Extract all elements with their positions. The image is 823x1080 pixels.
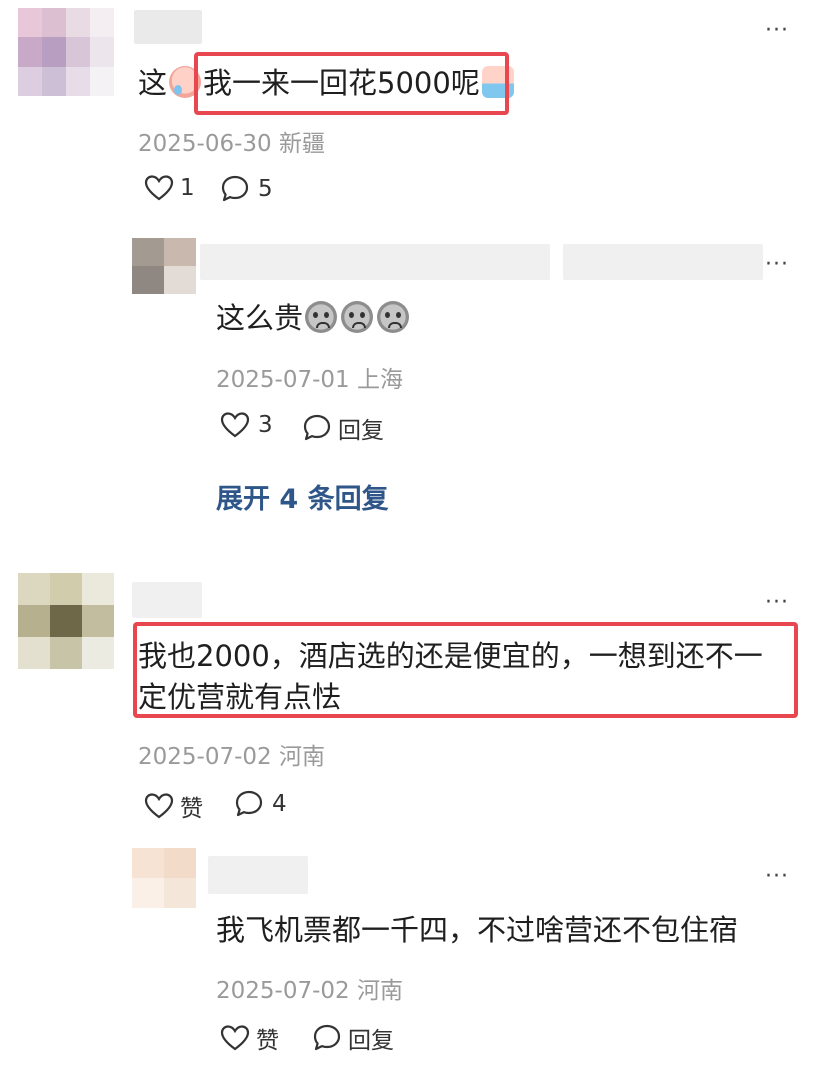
comment-meta: 2025-06-30 新疆 bbox=[138, 131, 325, 157]
avatar[interactable] bbox=[18, 573, 114, 669]
speech-bubble-icon bbox=[313, 1024, 341, 1051]
reply-avatar[interactable] bbox=[132, 848, 196, 908]
reply-meta: 2025-07-01 上海 bbox=[216, 367, 403, 393]
reply-reply-button[interactable]: 回复 bbox=[302, 411, 384, 445]
reply-avatar[interactable] bbox=[132, 238, 196, 294]
like-count: 1 bbox=[180, 175, 195, 201]
reply-reply-button[interactable]: 回复 bbox=[312, 1021, 394, 1055]
username-blurred[interactable] bbox=[132, 582, 202, 618]
reply-text: 这么贵 bbox=[216, 298, 411, 338]
comment-meta: 2025-07-02 河南 bbox=[138, 744, 325, 770]
more-options-icon[interactable]: ··· bbox=[765, 592, 789, 614]
highlight-box bbox=[194, 52, 509, 115]
comment-button[interactable]: 4 bbox=[234, 789, 287, 819]
heart-outline-icon bbox=[220, 412, 250, 438]
heart-outline-icon bbox=[144, 175, 174, 201]
reply-more-options-icon[interactable]: ··· bbox=[765, 866, 789, 888]
reply-username-blurred[interactable] bbox=[208, 856, 308, 894]
comment-text-prefix: 这 bbox=[138, 66, 168, 100]
reply-label: 回复 bbox=[338, 418, 384, 444]
username-blurred[interactable] bbox=[134, 10, 202, 44]
comment-button[interactable]: 5 bbox=[220, 174, 273, 204]
reply-like-count: 3 bbox=[258, 412, 273, 438]
heart-outline-icon bbox=[220, 1025, 250, 1051]
avatar[interactable] bbox=[18, 8, 114, 96]
reply-meta: 2025-07-02 河南 bbox=[216, 978, 403, 1004]
sad-face-emoji-icon bbox=[341, 301, 374, 333]
reply-like-button[interactable]: 赞 bbox=[220, 1021, 279, 1055]
reply-label: 回复 bbox=[348, 1028, 394, 1054]
reply-more-options-icon[interactable]: ··· bbox=[765, 254, 789, 276]
expand-replies-link[interactable]: 展开 4 条回复 bbox=[216, 477, 389, 516]
reply-text: 我飞机票都一千四，不过啥营还不包住宿 bbox=[216, 913, 739, 947]
like-button[interactable]: 1 bbox=[144, 174, 195, 202]
speech-bubble-icon bbox=[221, 175, 249, 202]
reply-username-blurred[interactable] bbox=[200, 244, 550, 280]
more-options-icon[interactable]: ··· bbox=[765, 20, 789, 42]
highlight-box bbox=[133, 622, 798, 718]
sad-face-emoji-icon bbox=[305, 301, 338, 333]
sad-face-emoji-icon bbox=[377, 301, 410, 333]
speech-bubble-icon bbox=[303, 414, 331, 441]
like-button[interactable]: 赞 bbox=[144, 789, 203, 823]
reply-count: 5 bbox=[258, 176, 273, 202]
like-label: 赞 bbox=[180, 796, 203, 822]
reply-text-content: 这么贵 bbox=[216, 301, 304, 335]
reply-like-button[interactable]: 3 bbox=[220, 411, 273, 439]
heart-outline-icon bbox=[144, 793, 174, 819]
reply-count: 4 bbox=[272, 791, 287, 817]
speech-bubble-icon bbox=[235, 790, 263, 817]
reply-like-label: 赞 bbox=[256, 1028, 279, 1054]
reply-target-blurred[interactable] bbox=[563, 244, 763, 280]
